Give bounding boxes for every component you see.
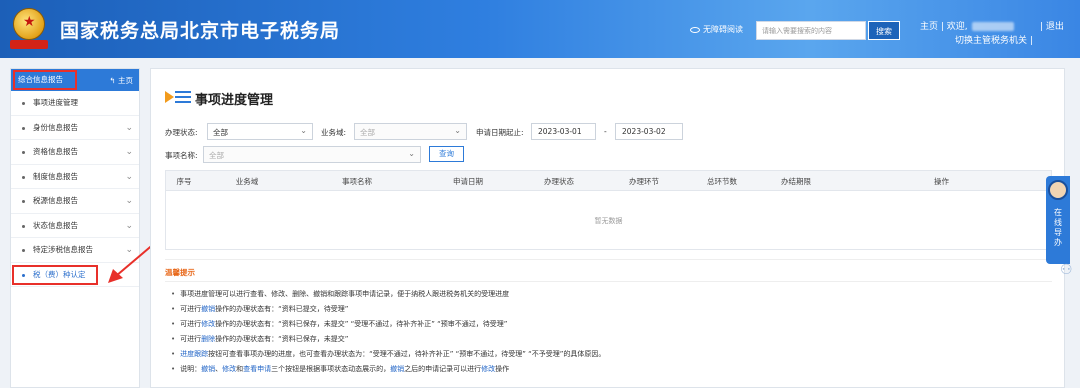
- divider: [165, 281, 1052, 282]
- welcome-text: 欢迎,: [946, 22, 968, 32]
- date-separator: -: [604, 127, 607, 136]
- online-guide-button[interactable]: 在线导办: [1046, 176, 1070, 264]
- chevron-down-icon: ⌄: [125, 245, 133, 255]
- column-header: 操作: [934, 177, 949, 186]
- date-range-label: 申请日期起止:: [476, 128, 524, 137]
- eye-icon: [690, 26, 700, 33]
- bullet-icon: [22, 151, 25, 154]
- sidebar-title[interactable]: 综合信息报告: [13, 70, 77, 90]
- accessibility-link[interactable]: 无障碍阅读: [690, 24, 743, 35]
- list-title-icon: [165, 89, 191, 105]
- tip-line: 可进行撤销操作的办理状态有：“资料已提交，待受理”: [171, 304, 348, 314]
- home-link[interactable]: 主页: [920, 22, 938, 32]
- sidebar-item-qualification[interactable]: 资格信息报告 ⌄: [11, 140, 139, 165]
- bullet-icon: [22, 249, 25, 252]
- header-links: 主页 | 欢迎,: [920, 19, 1014, 32]
- bullet-icon: [22, 273, 25, 277]
- column-header: 办结期限: [781, 177, 811, 186]
- tax-emblem-logo: [10, 6, 48, 50]
- date-start-input[interactable]: 2023-03-01: [531, 123, 596, 140]
- sidebar-item-status[interactable]: 状态信息报告 ⌄: [11, 214, 139, 238]
- switch-office-link[interactable]: 切换主管税务机关 |: [955, 33, 1033, 46]
- column-header: 事项名称: [342, 177, 372, 186]
- tip-line: 进度跟踪按钮可查看事项办理的进度，也可查看办理状态为：“受理不通过，待补齐补正”…: [171, 349, 605, 359]
- user-icon[interactable]: ⚇: [1060, 262, 1078, 282]
- chevron-down-icon: ⌄: [454, 126, 461, 135]
- column-header: 办理环节: [629, 177, 659, 186]
- chevron-down-icon: ⌄: [125, 147, 133, 157]
- column-header: 办理状态: [544, 177, 574, 186]
- progress-table: 序号 业务域 事项名称 申请日期 办理状态 办理环节 总环节数 办结期限 操作 …: [165, 170, 1052, 250]
- column-header: 业务域: [235, 177, 259, 186]
- sidebar-item-specific[interactable]: 特定涉税信息报告 ⌄: [11, 238, 139, 263]
- chevron-down-icon: ⌄: [125, 171, 133, 182]
- tip-line: 说明：撤销、修改和查看申请三个按钮是根据事项状态动态展示的，撤销之后的申请记录可…: [171, 364, 509, 374]
- bullet-icon: [22, 102, 25, 105]
- query-button[interactable]: 查询: [429, 146, 464, 162]
- date-end-input[interactable]: 2023-03-02: [615, 123, 683, 140]
- tip-line: 可进行修改操作的办理状态有：“资料已保存，未提交” “受理不通过，待补齐补正” …: [171, 319, 507, 329]
- bullet-icon: [22, 200, 25, 203]
- chevron-down-icon: ⌄: [300, 126, 307, 135]
- chevron-down-icon: ⌄: [125, 122, 133, 133]
- top-header: 国家税务总局北京市电子税务局 无障碍阅读 请输入需要搜索的内容 搜索 主页 | …: [0, 0, 1080, 58]
- bullet-icon: [22, 224, 25, 228]
- bullet-icon: [22, 175, 25, 179]
- online-guide-label: 在线导办: [1054, 208, 1062, 247]
- divider: [165, 259, 1052, 260]
- chevron-down-icon: ⌄: [125, 220, 133, 231]
- main-panel: 事项进度管理 办理状态: 全部 ⌄ 业务域: 全部 ⌄ 申请日期起止: 2023-0…: [150, 68, 1065, 388]
- status-label: 办理状态:: [165, 128, 198, 137]
- sidebar-item-system[interactable]: 制度信息报告 ⌄: [11, 165, 139, 189]
- domain-label: 业务域:: [321, 128, 347, 137]
- column-header: 总环节数: [707, 177, 737, 186]
- search-input[interactable]: 请输入需要搜索的内容: [756, 21, 866, 40]
- assistant-avatar-icon: [1048, 180, 1068, 200]
- tip-line: 可进行删除操作的办理状态有：“资料已保存，未提交”: [171, 334, 348, 344]
- chevron-down-icon: ⌄: [408, 149, 415, 158]
- sidebar-header: 综合信息报告 ↰ 主页: [11, 69, 139, 91]
- sidebar-item-progress[interactable]: 事项进度管理: [11, 91, 139, 116]
- tip-line: 事项进度管理可以进行查看、修改、删除、撤销和跟踪事项申请记录，便于纳税人跟进税务…: [171, 289, 509, 299]
- status-select[interactable]: 全部 ⌄: [207, 123, 313, 140]
- column-header: 序号: [176, 177, 192, 186]
- search-button[interactable]: 搜索: [868, 21, 900, 40]
- item-name-label: 事项名称:: [165, 151, 198, 160]
- sidebar-item-tax-type-identification[interactable]: 税（费）种认定: [11, 263, 139, 287]
- page-title: 事项进度管理: [195, 93, 274, 108]
- tips-title: 温馨提示: [165, 268, 195, 277]
- chevron-down-icon: ⌄: [125, 196, 133, 206]
- table-header: 序号 业务域 事项名称 申请日期 办理状态 办理环节 总环节数 办结期限 操作: [166, 171, 1051, 191]
- sidebar-item-identity[interactable]: 身份信息报告 ⌄: [11, 116, 139, 140]
- sidebar-item-tax-source[interactable]: 税源信息报告 ⌄: [11, 189, 139, 214]
- empty-state: 暂无数据: [594, 217, 623, 225]
- domain-select[interactable]: 全部 ⌄: [354, 123, 467, 140]
- sidebar-home-link[interactable]: ↰ 主页: [109, 75, 133, 86]
- column-header: 申请日期: [453, 177, 483, 186]
- bullet-icon: [22, 126, 25, 130]
- logout-link[interactable]: | 退出: [1040, 19, 1064, 32]
- site-title: 国家税务总局北京市电子税务局: [60, 20, 341, 42]
- item-name-select[interactable]: 全部 ⌄: [203, 146, 421, 163]
- user-name-redacted: [971, 22, 1014, 31]
- sidebar: 综合信息报告 ↰ 主页 事项进度管理 身份信息报告 ⌄ 资格信息报告 ⌄ 制度信息报…: [10, 68, 140, 388]
